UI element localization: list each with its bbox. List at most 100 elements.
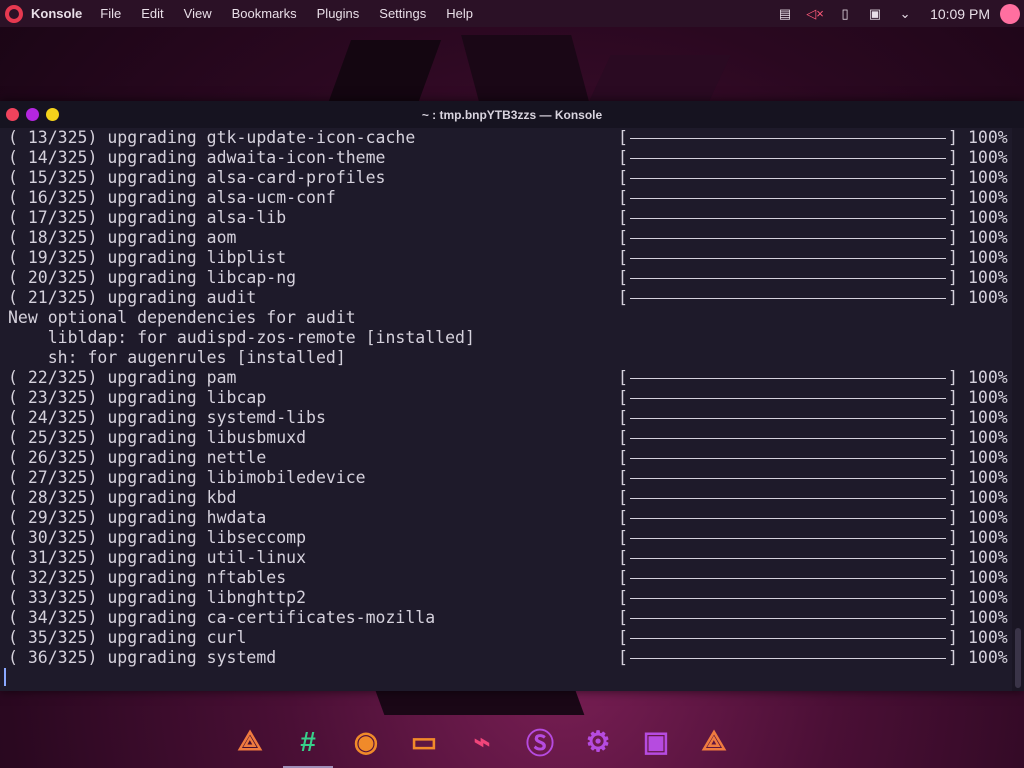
progress-percent: 100% <box>968 188 1008 207</box>
terminal-line: ( 30/325) upgrading libseccomp <box>8 528 307 547</box>
clock[interactable]: 10:09 PM <box>930 6 990 22</box>
progress-percent: 100% <box>968 268 1008 287</box>
progress-bracket-open: [ <box>618 428 628 447</box>
scrollbar-thumb[interactable] <box>1015 628 1021 688</box>
wallpaper-shape <box>328 40 442 101</box>
progress-bracket-open: [ <box>618 408 628 427</box>
terminal-line: New optional dependencies for audit <box>8 308 356 327</box>
progress-percent: 100% <box>968 168 1008 187</box>
progress-fill <box>630 398 946 399</box>
progress-fill <box>630 538 946 539</box>
window-titlebar[interactable]: ~ : tmp.bnpYTB3zzs — Konsole <box>0 101 1024 128</box>
progress-fill <box>630 478 946 479</box>
maximize-button[interactable] <box>46 108 59 121</box>
dock-item-folder[interactable]: ▭ <box>395 715 453 768</box>
progress-fill <box>630 658 946 659</box>
dock-item-garuda-welcome[interactable]: ⟁ <box>685 715 743 768</box>
dock-item-hashtag[interactable]: # <box>279 715 337 768</box>
scrollbar[interactable] <box>1012 128 1024 691</box>
progress-percent: 100% <box>968 228 1008 247</box>
progress-percent: 100% <box>968 248 1008 267</box>
progress-bracket-close: ] <box>948 228 958 247</box>
progress-percent: 100% <box>968 408 1008 427</box>
avatar[interactable] <box>1000 3 1020 24</box>
progress-bracket-open: [ <box>618 588 628 607</box>
progress-fill <box>630 458 946 459</box>
menu-file[interactable]: File <box>100 6 121 21</box>
garuda-welcome-icon: ⟁ <box>701 725 727 756</box>
battery-icon[interactable]: ▯ <box>836 6 854 22</box>
menu-view[interactable]: View <box>184 6 212 21</box>
progress-bracket-open: [ <box>618 468 628 487</box>
terminal-line: ( 17/325) upgrading alsa-lib <box>8 208 287 227</box>
menu-settings[interactable]: Settings <box>379 6 426 21</box>
system-tray: ▤ ◁× ▯ ▣ ⌄ 10:09 PM <box>776 0 1024 27</box>
active-app-name: Konsole <box>31 6 83 21</box>
progress-bracket-close: ] <box>948 188 958 207</box>
progress-bracket-close: ] <box>948 268 958 287</box>
dock-item-dragon-browser[interactable]: ◉ <box>337 715 395 768</box>
progress-bracket-close: ] <box>948 468 958 487</box>
progress-bracket-close: ] <box>948 408 958 427</box>
top-panel: Konsole File Edit View Bookmarks Plugins… <box>0 0 1024 27</box>
menu-edit[interactable]: Edit <box>141 6 163 21</box>
progress-percent: 100% <box>968 508 1008 527</box>
menu-plugins[interactable]: Plugins <box>317 6 360 21</box>
progress-bracket-close: ] <box>948 368 958 387</box>
progress-bracket-open: [ <box>618 448 628 467</box>
terminal-line: ( 23/325) upgrading libcap <box>8 388 267 407</box>
chevron-down-icon[interactable]: ⌄ <box>896 6 914 22</box>
dock-item-system-monitor[interactable]: ⌁ <box>453 715 511 768</box>
terminal-line: ( 34/325) upgrading ca-certificates-mozi… <box>8 608 436 627</box>
progress-bracket-close: ] <box>948 588 958 607</box>
wallpaper-shape <box>461 35 589 101</box>
progress-fill <box>630 378 946 379</box>
progress-fill <box>630 298 946 299</box>
progress-bracket-open: [ <box>618 248 628 267</box>
progress-percent: 100% <box>968 548 1008 567</box>
progress-fill <box>630 258 946 259</box>
progress-percent: 100% <box>968 488 1008 507</box>
progress-fill <box>630 238 946 239</box>
menu-bookmarks[interactable]: Bookmarks <box>232 6 297 21</box>
terminal-line: ( 26/325) upgrading nettle <box>8 448 267 467</box>
minimize-button[interactable] <box>26 108 39 121</box>
dock-item-software-store[interactable]: ▣ <box>627 715 685 768</box>
progress-bracket-close: ] <box>948 148 958 167</box>
dock-item-garuda[interactable]: ⟁ <box>221 715 279 768</box>
progress-fill <box>630 598 946 599</box>
folder-icon: ▭ <box>410 726 438 757</box>
terminal-line: ( 31/325) upgrading util-linux <box>8 548 307 567</box>
volume-muted-icon[interactable]: ◁× <box>806 6 824 22</box>
progress-percent: 100% <box>968 568 1008 587</box>
progress-percent: 100% <box>968 608 1008 627</box>
progress-bracket-open: [ <box>618 288 628 307</box>
progress-fill <box>630 558 946 559</box>
progress-bracket-open: [ <box>618 128 628 147</box>
dock-item-settings-gear[interactable]: ⚙ <box>569 715 627 768</box>
progress-bracket-close: ] <box>948 548 958 567</box>
terminal-line: ( 13/325) upgrading gtk-update-icon-cach… <box>8 128 416 147</box>
terminal-line: ( 35/325) upgrading curl <box>8 628 247 647</box>
progress-percent: 100% <box>968 368 1008 387</box>
menu-help[interactable]: Help <box>446 6 473 21</box>
progress-percent: 100% <box>968 428 1008 447</box>
progress-bracket-close: ] <box>948 488 958 507</box>
clipboard-icon[interactable]: ▤ <box>776 6 794 22</box>
terminal-line: ( 33/325) upgrading libnghttp2 <box>8 588 307 607</box>
progress-percent: 100% <box>968 628 1008 647</box>
close-button[interactable] <box>6 108 19 121</box>
dock-item-skype-s[interactable]: Ⓢ <box>511 715 569 768</box>
progress-fill <box>630 198 946 199</box>
terminal-line: ( 18/325) upgrading aom <box>8 228 237 247</box>
network-icon[interactable]: ▣ <box>866 6 884 22</box>
progress-bracket-close: ] <box>948 508 958 527</box>
terminal-line: ( 15/325) upgrading alsa-card-profiles <box>8 168 386 187</box>
terminal-line: ( 20/325) upgrading libcap-ng <box>8 268 297 287</box>
progress-bracket-open: [ <box>618 148 628 167</box>
progress-bracket-open: [ <box>618 168 628 187</box>
garuda-logo-icon[interactable] <box>5 4 23 23</box>
settings-gear-icon: ⚙ <box>585 726 611 757</box>
terminal-output[interactable]: ( 13/325) upgrading gtk-update-icon-cach… <box>0 128 1012 691</box>
progress-bracket-close: ] <box>948 428 958 447</box>
